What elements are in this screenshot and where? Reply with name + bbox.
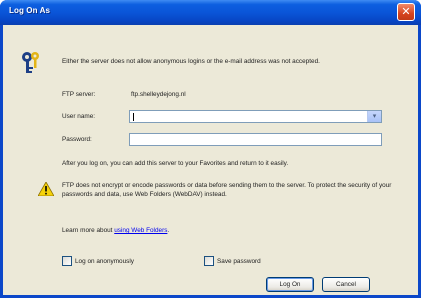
chevron-down-icon[interactable]: ▾ — [367, 111, 381, 122]
after-logon-text: After you log on, you can add this serve… — [62, 160, 289, 167]
learn-more-text: Learn more about — [62, 227, 113, 234]
learn-more-line: Learn more about using Web Folders. — [62, 227, 169, 234]
password-label: Password: — [62, 136, 92, 143]
ftp-server-label: FTP server: — [62, 91, 96, 98]
title-bar[interactable]: Log On As ✕ — [0, 0, 421, 25]
user-name-label: User name: — [62, 113, 96, 120]
log-on-button[interactable]: Log On — [266, 277, 314, 292]
close-button[interactable]: ✕ — [397, 3, 415, 21]
web-folders-link[interactable]: using Web Folders — [114, 227, 167, 234]
key-icon — [22, 52, 39, 73]
log-on-as-dialog: Log On As ✕ Either the server does not a… — [0, 0, 421, 298]
password-input[interactable] — [130, 134, 382, 145]
ftp-server-value: ftp.shelleydejong.nl — [131, 91, 186, 98]
user-name-combobox[interactable]: ▾ — [129, 110, 382, 123]
password-field[interactable] — [129, 133, 382, 146]
cancel-button-label: Cancel — [336, 281, 356, 288]
intro-message: Either the server does not allow anonymo… — [62, 58, 320, 65]
warning-icon — [38, 182, 54, 196]
save-password-checkbox[interactable]: Save password — [204, 256, 261, 266]
log-on-button-label: Log On — [279, 281, 301, 288]
log-on-anonymously-checkbox[interactable]: Log on anonymously — [62, 256, 134, 266]
dialog-content: Either the server does not allow anonymo… — [3, 25, 418, 295]
checkbox-box[interactable] — [204, 256, 214, 266]
user-name-input[interactable] — [130, 111, 369, 122]
save-password-label: Save password — [217, 257, 261, 265]
window-title: Log On As — [9, 6, 51, 15]
log-on-anonymously-label: Log on anonymously — [75, 257, 134, 265]
cancel-button[interactable]: Cancel — [322, 277, 370, 292]
text-caret — [133, 113, 134, 121]
close-icon: ✕ — [401, 6, 411, 18]
security-warning-text: FTP does not encrypt or encode passwords… — [62, 182, 392, 198]
learn-more-suffix: . — [167, 227, 170, 234]
checkbox-box[interactable] — [62, 256, 72, 266]
